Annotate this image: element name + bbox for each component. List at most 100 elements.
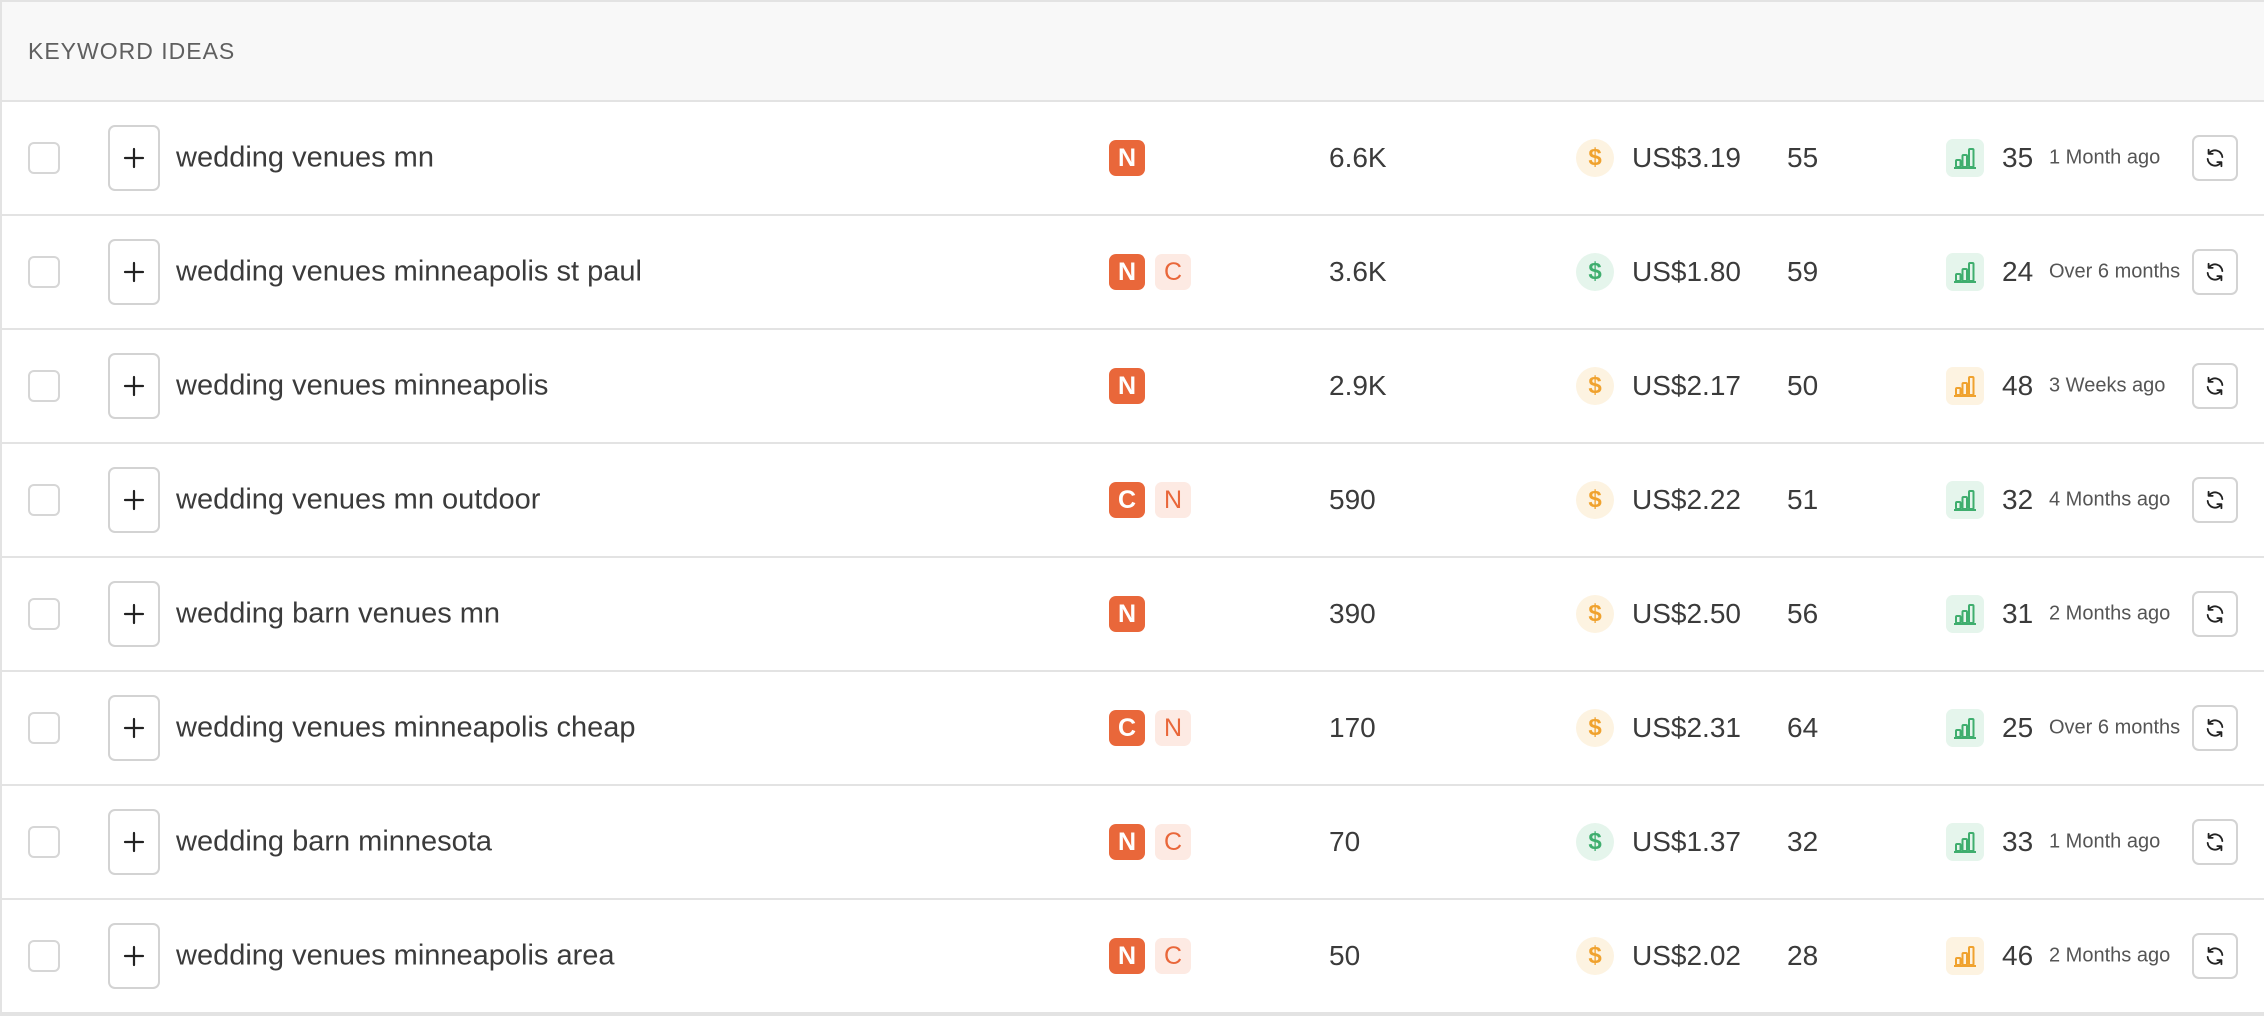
cpc-value: US$2.17 [1632,370,1741,401]
row-checkbox[interactable] [28,598,60,630]
intent-badge: N [1109,140,1145,176]
refresh-button[interactable] [2192,249,2238,295]
refresh-icon [2206,718,2224,738]
refresh-button[interactable] [2192,591,2238,637]
refresh-button[interactable] [2192,705,2238,751]
row-checkbox[interactable] [28,142,60,174]
search-volume: 2.9K [1329,370,1387,401]
row-checkbox[interactable] [28,370,60,402]
bar-chart-icon [1946,367,1984,405]
last-updated: 1 Month ago [2049,146,2161,169]
keyword-text[interactable]: wedding barn venues mn [176,598,500,631]
last-updated: Over 6 months [2049,716,2181,739]
add-keyword-button[interactable] [108,467,160,533]
dollar-icon: $ [1576,823,1614,861]
intent-badge: N [1109,938,1145,974]
search-volume: 390 [1329,598,1376,629]
keyword-text[interactable]: wedding venues minneapolis cheap [176,712,635,745]
dollar-icon: $ [1576,139,1614,177]
add-keyword-button[interactable] [108,239,160,305]
intent-badge: N [1109,824,1145,860]
trend-score: 32 [2002,484,2034,515]
keyword-row: wedding venues mn outdoor CN 590 $ US$2.… [2,444,2264,558]
cpc-value: US$2.31 [1632,712,1741,743]
row-checkbox[interactable] [28,940,60,972]
search-volume: 50 [1329,940,1361,971]
row-checkbox[interactable] [28,712,60,744]
plus-icon [123,717,145,739]
search-volume: 590 [1329,484,1376,515]
dollar-icon: $ [1576,595,1614,633]
keyword-text[interactable]: wedding venues minneapolis [176,370,548,403]
keyword-text[interactable]: wedding venues minneapolis area [176,940,615,973]
keyword-row: wedding barn venues mn N 390 $ US$2.50 5… [2,558,2264,672]
keyword-text[interactable]: wedding venues mn [176,142,434,175]
add-keyword-button[interactable] [108,353,160,419]
bar-chart-icon [1946,823,1984,861]
trend-score: 31 [2002,598,2034,629]
intent-badges: N [1109,368,1145,404]
add-keyword-button[interactable] [108,923,160,989]
keyword-text[interactable]: wedding barn minnesota [176,826,492,859]
dollar-icon: $ [1576,367,1614,405]
trend-score: 48 [2002,370,2034,401]
intent-badge: N [1109,254,1145,290]
keyword-text[interactable]: wedding venues mn outdoor [176,484,540,517]
trend-score: 33 [2002,826,2034,857]
refresh-icon [2206,262,2224,282]
bar-chart-icon [1946,937,1984,975]
keyword-difficulty: 55 [1787,142,1819,173]
add-keyword-button[interactable] [108,125,160,191]
bar-chart-icon [1946,253,1984,291]
intent-badges: CN [1109,482,1191,518]
add-keyword-button[interactable] [108,695,160,761]
intent-badges: NC [1109,254,1191,290]
search-volume: 3.6K [1329,256,1387,287]
refresh-button[interactable] [2192,135,2238,181]
dollar-icon: $ [1576,709,1614,747]
keyword-difficulty: 51 [1787,484,1819,515]
add-keyword-button[interactable] [108,581,160,647]
row-checkbox[interactable] [28,826,60,858]
intent-badges: N [1109,140,1145,176]
intent-badge: C [1155,824,1191,860]
bar-chart-icon [1946,709,1984,747]
refresh-button[interactable] [2192,363,2238,409]
keyword-row: wedding venues minneapolis area NC 50 $ … [2,900,2264,1014]
plus-icon [123,147,145,169]
dollar-icon: $ [1576,937,1614,975]
refresh-button[interactable] [2192,477,2238,523]
last-updated: 3 Weeks ago [2049,374,2166,397]
keyword-row: wedding venues mn N 6.6K $ US$3.19 55 35… [2,102,2264,216]
last-updated: 4 Months ago [2049,488,2171,511]
keyword-text[interactable]: wedding venues minneapolis st paul [176,256,642,289]
trend-score: 46 [2002,940,2034,971]
bar-chart-icon [1946,139,1984,177]
intent-badge: C [1109,710,1145,746]
intent-badge: N [1109,596,1145,632]
refresh-button[interactable] [2192,819,2238,865]
keyword-difficulty: 56 [1787,598,1819,629]
search-volume: 170 [1329,712,1376,743]
intent-badge: N [1109,368,1145,404]
last-updated: Over 6 months [2049,260,2181,283]
keyword-row: wedding venues minneapolis st paul NC 3.… [2,216,2264,330]
bar-chart-icon [1946,481,1984,519]
keyword-difficulty: 64 [1787,712,1819,743]
row-checkbox[interactable] [28,484,60,516]
intent-badges: CN [1109,710,1191,746]
panel-header: KEYWORD IDEAS [2,2,2264,102]
intent-badges: NC [1109,938,1191,974]
keyword-difficulty: 32 [1787,826,1819,857]
refresh-icon [2206,148,2224,168]
trend-score: 25 [2002,712,2034,743]
keyword-list: wedding venues mn N 6.6K $ US$3.19 55 35… [2,102,2264,1014]
bar-chart-icon [1946,595,1984,633]
dollar-icon: $ [1576,253,1614,291]
refresh-button[interactable] [2192,933,2238,979]
row-checkbox[interactable] [28,256,60,288]
keyword-difficulty: 59 [1787,256,1819,287]
cpc-value: US$2.22 [1632,484,1741,515]
add-keyword-button[interactable] [108,809,160,875]
cpc-value: US$1.80 [1632,256,1741,287]
